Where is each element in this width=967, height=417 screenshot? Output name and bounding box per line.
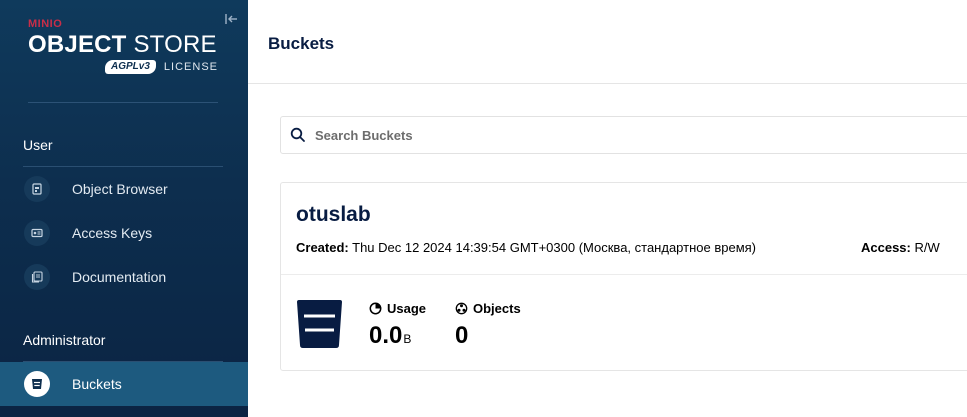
- objects-stat: Objects 0: [455, 301, 521, 350]
- brand-title-bold: OBJECT: [28, 31, 127, 58]
- agpl-badge: AGPLv3: [105, 60, 156, 74]
- objects-label: Objects: [455, 301, 521, 316]
- brand-title: OBJECT STORE: [28, 32, 218, 58]
- bucket-name[interactable]: otuslab: [296, 203, 371, 227]
- access-label: Access:: [861, 240, 911, 255]
- section-title-administrator: Administrator: [23, 332, 106, 348]
- created-value: Thu Dec 12 2024 14:39:54 GMT+0300 (Москв…: [352, 240, 756, 255]
- card-divider: [281, 274, 967, 275]
- usage-label: Usage: [369, 301, 426, 316]
- documentation-icon: [24, 264, 50, 290]
- brand-divider: [28, 102, 218, 103]
- access-keys-icon: [24, 220, 50, 246]
- objects-value: 0: [455, 322, 469, 349]
- sidebar-item-label: Buckets: [72, 376, 122, 392]
- created-label: Created:: [296, 240, 349, 255]
- bucket-card[interactable]: otuslab Created: Thu Dec 12 2024 14:39:5…: [280, 182, 967, 371]
- access-value: R/W: [914, 240, 940, 255]
- brand-company: MINIO: [28, 18, 63, 30]
- bucket-access: Access: R/W: [861, 240, 940, 255]
- section-title-user: User: [23, 137, 53, 153]
- sidebar-item-label: Object Browser: [72, 181, 168, 197]
- main-content: Buckets otuslab Created: Thu Dec 12 2024…: [248, 0, 967, 417]
- usage-value: 0.0B: [369, 322, 426, 350]
- bucket-created: Created: Thu Dec 12 2024 14:39:54 GMT+03…: [296, 240, 756, 255]
- usage-unit: B: [403, 332, 412, 346]
- objects-icon: [455, 302, 468, 315]
- brand-license: AGPLv3 LICENSE: [28, 60, 218, 74]
- bucket-large-icon: [296, 300, 343, 348]
- sidebar-item-label: Documentation: [72, 269, 167, 285]
- page-title: Buckets: [268, 34, 335, 53]
- page-header: Buckets: [248, 0, 967, 84]
- search-input[interactable]: [315, 117, 955, 153]
- collapse-sidebar-icon[interactable]: [222, 12, 240, 30]
- sidebar-item-object-browser[interactable]: Object Browser: [0, 167, 248, 211]
- search-icon: [290, 127, 306, 143]
- license-text: LICENSE: [163, 61, 218, 73]
- brand-title-light: STORE: [133, 31, 217, 58]
- sidebar-item-access-keys[interactable]: Access Keys: [0, 211, 248, 255]
- usage-pie-icon: [369, 302, 382, 315]
- sidebar-item-documentation[interactable]: Documentation: [0, 255, 248, 299]
- object-browser-icon: [24, 176, 50, 202]
- objects-label-text: Objects: [473, 301, 521, 316]
- brand-logo: MINIO OBJECT STORE AGPLv3 LICENSE: [28, 18, 218, 74]
- usage-label-text: Usage: [387, 301, 427, 316]
- sidebar-item-buckets[interactable]: Buckets: [0, 362, 248, 406]
- search-box[interactable]: [280, 116, 967, 154]
- sidebar-item-label: Access Keys: [72, 225, 153, 241]
- bucket-icon: [24, 371, 50, 397]
- usage-number: 0.0: [369, 322, 403, 349]
- sidebar: MINIO OBJECT STORE AGPLv3 LICENSE User O…: [0, 0, 248, 417]
- usage-stat: Usage 0.0B: [369, 301, 426, 350]
